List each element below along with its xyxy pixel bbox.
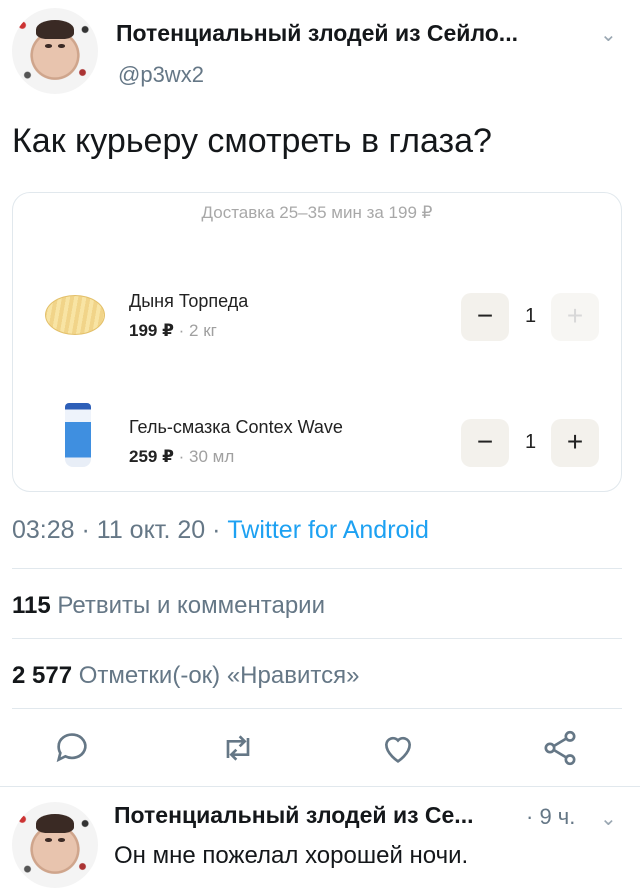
- avatar-hair: [36, 20, 74, 39]
- cart-item: Дыня Торпеда 199 ₽ · 2 кг − 1 +: [13, 289, 621, 369]
- reply-text: Он мне пожелал хорошей ночи.: [114, 842, 469, 869]
- item-title: Гель-смазка Contex Wave: [129, 417, 343, 437]
- likes-stat[interactable]: 2 577 Отметки(-ок) «Нравится»: [12, 662, 359, 690]
- likes-count: 2 577: [12, 662, 73, 689]
- melon-icon: [45, 295, 105, 335]
- avatar-hair: [36, 814, 74, 833]
- decrease-quantity-button[interactable]: −: [461, 293, 509, 341]
- item-price-value: 199 ₽: [129, 321, 174, 340]
- increase-quantity-button[interactable]: +: [551, 293, 599, 341]
- divider: [12, 638, 622, 639]
- tube-icon: [65, 403, 91, 467]
- like-icon[interactable]: [378, 728, 418, 768]
- retweets-stat[interactable]: 115 Ретвиты и комментарии: [12, 592, 325, 620]
- decrease-quantity-button[interactable]: −: [461, 419, 509, 467]
- item-price: 199 ₽ · 2 кг: [129, 321, 217, 341]
- likes-label: Отметки(-ок) «Нравится»: [72, 662, 360, 689]
- delivery-info: Доставка 25–35 мин за 199 ₽: [201, 203, 433, 222]
- quantity-value: 1: [525, 305, 537, 327]
- avatar-eye: [44, 838, 52, 842]
- tweet-timestamp: 03:28 · 11 окт. 20 · Twitter for Android: [12, 516, 429, 545]
- thread-separator: [0, 786, 640, 787]
- reply-icon[interactable]: [52, 728, 92, 768]
- chevron-down-icon[interactable]: ⌄: [600, 22, 617, 47]
- share-icon[interactable]: [540, 728, 580, 768]
- reply-author-name[interactable]: Потенциальный злодей из Се...: [114, 802, 514, 829]
- client-link[interactable]: Twitter for Android: [227, 516, 428, 544]
- item-weight: · 2 кг: [173, 321, 217, 340]
- avatar-eye: [58, 44, 66, 48]
- cart-item: Гель-смазка Contex Wave 259 ₽ · 30 мл − …: [13, 403, 621, 495]
- increase-quantity-button[interactable]: +: [551, 419, 599, 467]
- author-avatar[interactable]: [12, 8, 98, 94]
- tweet-time-date: 03:28 · 11 окт. 20 ·: [12, 516, 228, 544]
- tweet-text: Как курьеру смотреть в глаза?: [12, 122, 492, 160]
- chevron-down-icon[interactable]: ⌄: [600, 806, 617, 831]
- avatar-eye: [44, 44, 52, 48]
- retweet-icon[interactable]: [218, 728, 258, 768]
- retweets-count: 115: [12, 592, 51, 619]
- reply-time: · 9 ч.: [526, 804, 576, 829]
- retweets-label: Ретвиты и комментарии: [50, 592, 325, 619]
- divider: [12, 708, 622, 709]
- avatar-eye: [58, 838, 66, 842]
- attached-image-card[interactable]: Доставка 25–35 мин за 199 ₽ Дыня Торпеда…: [12, 192, 622, 492]
- item-volume: · 30 мл: [173, 447, 235, 466]
- item-price-value: 259 ₽: [129, 447, 174, 466]
- item-price: 259 ₽ · 30 мл: [129, 447, 234, 467]
- divider: [12, 568, 622, 569]
- author-name[interactable]: Потенциальный злодей из Сейло...: [116, 20, 518, 47]
- author-handle[interactable]: @p3wx2: [118, 62, 204, 88]
- reply-author-avatar[interactable]: [12, 802, 98, 888]
- item-title: Дыня Торпеда: [129, 291, 249, 311]
- quantity-value: 1: [525, 431, 537, 453]
